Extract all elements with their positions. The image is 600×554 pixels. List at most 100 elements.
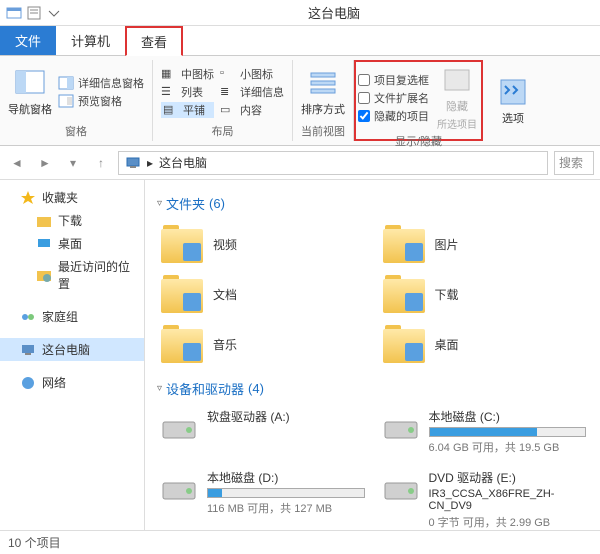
tree-recent[interactable]: 最近访问的位置	[0, 255, 144, 295]
forward-button[interactable]: ►	[34, 152, 56, 174]
explorer-body: 收藏夹 下载 桌面 最近访问的位置 家庭组 这台电脑 网络 ▿ 文件夹 (6) …	[0, 180, 600, 530]
ribbon-group-title: 当前视图	[301, 121, 345, 139]
folder-item[interactable]: 图片	[379, 221, 589, 267]
network-icon	[20, 375, 36, 391]
ribbon-group-title: 窗格	[8, 121, 144, 139]
checkbox-hidden-items[interactable]: 隐藏的项目	[358, 108, 429, 124]
drive-name: 本地磁盘 (C:)	[429, 408, 587, 425]
folder-icon	[383, 325, 425, 363]
preview-pane-button[interactable]: 预览窗格	[58, 93, 144, 109]
drive-item[interactable]: DVD 驱动器 (E:) IR3_CCSA_X86FRE_ZH-CN_DV9 0…	[379, 467, 589, 530]
layout-content[interactable]: ▭内容	[220, 102, 284, 118]
nav-pane-button[interactable]: 导航窗格	[8, 67, 52, 117]
status-item-count: 10 个项目	[8, 534, 61, 551]
quick-access-toolbar	[0, 5, 68, 21]
drive-subtitle: IR3_CCSA_X86FRE_ZH-CN_DV9	[429, 488, 587, 512]
nav-pane-label: 导航窗格	[8, 101, 52, 117]
tree-homegroup[interactable]: 家庭组	[0, 305, 144, 328]
folder-icon	[383, 275, 425, 313]
pc-icon	[20, 342, 36, 358]
collapse-arrow-icon: ▿	[157, 383, 162, 394]
drive-grid: 软盘驱动器 (A:) 本地磁盘 (C:) 6.04 GB 可用，共 19.5 G…	[157, 406, 588, 530]
drive-stats: 6.04 GB 可用，共 19.5 GB	[429, 439, 587, 455]
tree-this-pc[interactable]: 这台电脑	[0, 338, 144, 361]
drive-name: 本地磁盘 (D:)	[207, 469, 365, 486]
star-icon	[20, 190, 36, 206]
drive-icon	[381, 469, 421, 505]
layout-medium-icons[interactable]: ▦中图标	[161, 66, 214, 82]
content-area: ▿ 文件夹 (6) 视频图片文档 下载音乐 桌面 ▿ 设备和驱动器 (4) 软盘驱动…	[145, 180, 600, 530]
folder-item[interactable]: 音乐	[157, 321, 367, 367]
checkbox-input[interactable]	[358, 110, 370, 122]
ribbon-group-current-view: 排序方式 当前视图	[293, 60, 354, 141]
checkbox-input[interactable]	[358, 92, 370, 104]
drive-stats: 116 MB 可用，共 127 MB	[207, 500, 365, 516]
folder-icon	[383, 225, 425, 263]
layout-list[interactable]: ☰列表	[161, 84, 214, 100]
drive-icon	[381, 408, 421, 444]
ribbon-group-title: 布局	[161, 121, 284, 139]
ribbon-group-show-hide: 项目复选框 文件扩展名 隐藏的项目 隐藏 所选项目 显示/隐藏	[354, 60, 483, 141]
section-folders-header[interactable]: ▿ 文件夹 (6)	[157, 194, 588, 213]
drive-item[interactable]: 软盘驱动器 (A:)	[157, 406, 367, 457]
folder-item[interactable]: 桌面	[379, 321, 589, 367]
title-bar: 这台电脑	[0, 0, 600, 26]
folder-icon	[36, 213, 52, 229]
drive-stats: 0 字节 可用，共 2.99 GB	[429, 514, 587, 530]
sort-by-button[interactable]: 排序方式	[301, 67, 345, 117]
hide-icon	[441, 64, 473, 96]
collapse-arrow-icon: ▿	[157, 198, 162, 209]
section-drives-header[interactable]: ▿ 设备和驱动器 (4)	[157, 379, 588, 398]
details-pane-button[interactable]: 详细信息窗格	[58, 75, 144, 91]
ribbon-group-layout: ▦中图标 ☰列表 ▤平铺 ▫小图标 ≣详细信息 ▭内容 布局	[153, 60, 293, 141]
layout-details[interactable]: ≣详细信息	[220, 84, 284, 100]
properties-icon[interactable]	[26, 5, 42, 21]
drive-usage-bar	[207, 488, 365, 498]
breadcrumb-sep: ▸	[147, 156, 153, 170]
checkbox-input[interactable]	[358, 74, 370, 86]
folder-item[interactable]: 下载	[379, 271, 589, 317]
tree-desktop[interactable]: 桌面	[0, 232, 144, 255]
tree-downloads[interactable]: 下载	[0, 209, 144, 232]
navigation-tree: 收藏夹 下载 桌面 最近访问的位置 家庭组 这台电脑 网络	[0, 180, 145, 530]
options-icon	[497, 76, 529, 108]
breadcrumb-location[interactable]: 这台电脑	[159, 154, 207, 171]
checkbox-item-checkboxes[interactable]: 项目复选框	[358, 72, 429, 88]
drive-icon	[159, 469, 199, 505]
tab-file[interactable]: 文件	[0, 26, 56, 55]
ribbon: 导航窗格 详细信息窗格 预览窗格 窗格 ▦中图标 ☰列表 ▤平铺 ▫小图标 ≣详…	[0, 56, 600, 146]
folder-icon	[161, 325, 203, 363]
back-button[interactable]: ◄	[6, 152, 28, 174]
breadcrumb[interactable]: ▸ 这台电脑	[118, 151, 548, 175]
system-menu-icon[interactable]	[6, 5, 22, 21]
up-button[interactable]: ↑	[90, 152, 112, 174]
folder-item[interactable]: 文档	[157, 271, 367, 317]
folder-label: 文档	[213, 286, 237, 303]
ribbon-group-title: 显示/隐藏	[358, 131, 479, 149]
search-box[interactable]: 搜索	[554, 151, 594, 175]
qat-dropdown-icon[interactable]	[46, 5, 62, 21]
layout-tiles[interactable]: ▤平铺	[161, 102, 214, 118]
address-bar: ◄ ► ▾ ↑ ▸ 这台电脑 搜索	[0, 146, 600, 180]
nav-pane-icon	[14, 67, 46, 99]
options-button[interactable]: 选项	[491, 76, 535, 126]
tab-computer[interactable]: 计算机	[56, 26, 125, 55]
hide-selected-button[interactable]: 隐藏 所选项目	[435, 64, 479, 131]
drive-usage-bar	[429, 427, 587, 437]
window-title: 这台电脑	[68, 3, 600, 22]
drive-icon	[159, 408, 199, 444]
history-dropdown[interactable]: ▾	[62, 152, 84, 174]
folder-item[interactable]: 视频	[157, 221, 367, 267]
ribbon-group-panes: 导航窗格 详细信息窗格 预览窗格 窗格	[0, 60, 153, 141]
drive-item[interactable]: 本地磁盘 (D:) 116 MB 可用，共 127 MB	[157, 467, 367, 530]
layout-small-icons[interactable]: ▫小图标	[220, 66, 284, 82]
tree-favorites[interactable]: 收藏夹	[0, 186, 144, 209]
checkbox-file-extensions[interactable]: 文件扩展名	[358, 90, 429, 106]
folder-label: 下载	[435, 286, 459, 303]
folder-icon	[161, 275, 203, 313]
drive-item[interactable]: 本地磁盘 (C:) 6.04 GB 可用，共 19.5 GB	[379, 406, 589, 457]
folder-label: 桌面	[435, 336, 459, 353]
tree-network[interactable]: 网络	[0, 371, 144, 394]
tab-view[interactable]: 查看	[125, 26, 183, 56]
pc-icon	[125, 155, 141, 171]
